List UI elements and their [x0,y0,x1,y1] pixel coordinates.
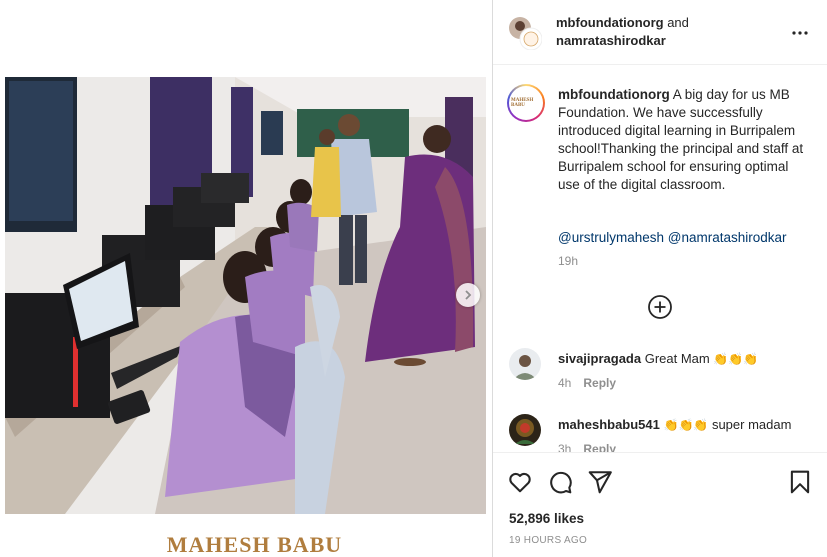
mention-link[interactable]: @namratashirodkar [668,230,787,245]
header-usernames: mbfoundationorg and namratashirodkar [556,14,689,50]
caption-username[interactable]: mbfoundationorg [558,87,670,102]
clap-emoji: 👏👏👏 [713,352,759,366]
comment-username[interactable]: sivajipragada [558,351,641,366]
comment-button[interactable] [547,469,573,495]
comment-meta: 3h Reply [558,442,616,452]
post-watermark: MAHESH BABU [166,532,343,557]
clap-emoji: 👏👏👏 [663,418,709,432]
post-timestamp: 19 HOURS AGO [509,535,588,546]
post-details-pane: mbfoundationorg and namratashirodkar MAH… [492,0,827,557]
caption-body: A big day for us MB Foundation. We have … [558,87,804,192]
comment-avatar[interactable] [509,414,541,446]
like-button[interactable] [507,469,533,495]
comment-avatar[interactable] [509,348,541,380]
add-circle-icon [648,295,672,319]
avatar-icon [509,414,541,446]
share-icon [588,471,612,494]
header-user-1[interactable]: mbfoundationorg [556,15,664,30]
bookmark-icon [790,470,810,494]
reply-button[interactable]: Reply [583,442,616,452]
post-media-pane: MAHESH BABU [0,0,492,557]
caption-avatar[interactable]: MAHESH BABU [507,84,545,122]
comment-time: 4h [558,376,572,390]
comment-body: Great Mam [641,351,714,366]
caption-avatar-logo: MAHESH BABU [511,98,534,108]
post-header: mbfoundationorg and namratashirodkar [493,0,827,65]
reply-button[interactable]: Reply [583,376,616,390]
comment-text: sivajipragada Great Mam 👏👏👏 [558,350,818,368]
mention-link[interactable]: @urstrulymahesh [558,230,664,245]
comment-icon [550,471,572,494]
comment-meta: 4h Reply [558,376,616,390]
save-button[interactable] [787,469,813,495]
share-button[interactable] [587,469,613,495]
comment-time: 3h [558,442,572,452]
chevron-right-icon [465,290,472,300]
header-avatar[interactable] [508,16,543,51]
more-options-button[interactable] [791,24,809,47]
comment-body: super madam [708,417,792,432]
avatar-icon [509,17,543,51]
load-more-comments-button[interactable] [647,294,673,320]
avatar-icon [509,348,541,380]
header-and: and [663,15,689,30]
next-photo-button[interactable] [456,283,480,307]
more-options-icon [792,31,808,35]
post-photo[interactable] [5,77,486,514]
classroom-photo [5,77,486,514]
likes-count[interactable]: 52,896 likes [509,511,584,526]
post-actions: 52,896 likes 19 HOURS AGO [493,452,827,557]
comment-text: maheshbabu541 👏👏👏 super madam [558,416,818,434]
header-user-2[interactable]: namratashirodkar [556,33,666,48]
caption-timestamp: 19h [558,254,579,268]
comment-username[interactable]: maheshbabu541 [558,417,660,432]
heart-icon [509,472,531,493]
caption-mentions: @urstrulymahesh @namratashirodkar [558,230,787,245]
comments-list: sivajipragada Great Mam 👏👏👏 4h Reply mahe… [493,340,827,452]
caption-text: mbfoundationorg A big day for us MB Foun… [558,86,813,194]
